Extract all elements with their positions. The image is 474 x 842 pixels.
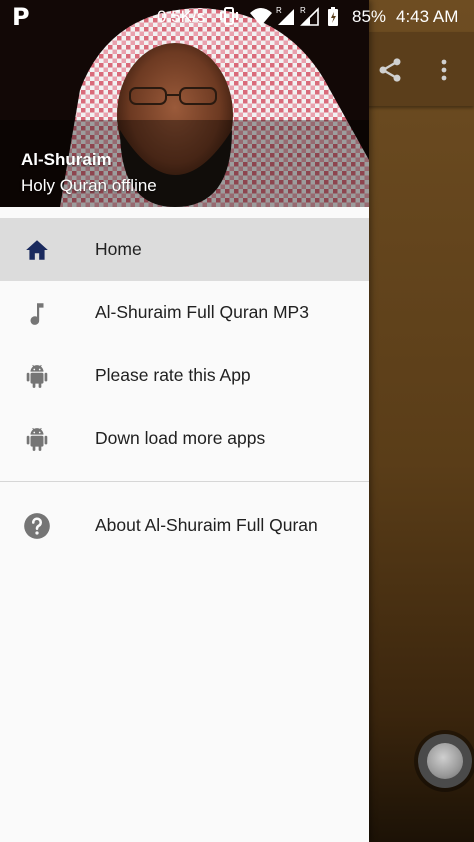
wifi-icon <box>250 8 272 26</box>
menu-item-label: About Al-Shuraim Full Quran <box>95 515 318 535</box>
battery-icon <box>328 7 338 26</box>
drawer-menu: Home Al-Shuraim Full Quran MP3 Please ra… <box>0 218 369 470</box>
menu-item-more-apps[interactable]: Down load more apps <box>0 407 369 470</box>
status-icons: R R <box>220 6 338 26</box>
menu-item-home[interactable]: Home <box>0 218 369 281</box>
menu-divider <box>0 481 369 482</box>
battery-percent: 85% <box>352 7 387 26</box>
clock: 4:43 AM <box>396 7 459 26</box>
svg-text:R: R <box>300 6 306 15</box>
svg-text:R: R <box>276 6 282 15</box>
floating-play-button[interactable] <box>418 734 472 788</box>
menu-item-full-quran-mp3[interactable]: Al-Shuraim Full Quran MP3 <box>0 281 369 344</box>
android-icon <box>26 427 48 451</box>
status-bar: P 0.5K/s R R 85% 4:43 AM <box>0 0 474 32</box>
home-icon <box>26 240 48 260</box>
signal-icon: R <box>276 6 294 25</box>
menu-item-about[interactable]: About Al-Shuraim Full Quran <box>0 493 369 556</box>
drawer-title: Al-Shuraim <box>21 150 112 169</box>
menu-item-rate-app[interactable]: Please rate this App <box>0 344 369 407</box>
navigation-drawer: Al-Shuraim Holy Quran offline Home Al-Sh… <box>0 0 369 842</box>
app-notification-icon: P <box>12 3 30 31</box>
drawer-subtitle: Holy Quran offline <box>21 176 157 195</box>
vibrate-icon <box>220 7 238 25</box>
menu-item-label: Al-Shuraim Full Quran MP3 <box>95 302 309 322</box>
help-icon <box>24 513 50 539</box>
fab-knob <box>427 743 463 779</box>
android-icon <box>26 364 48 388</box>
more-vert-icon[interactable] <box>434 56 454 84</box>
share-icon[interactable] <box>376 56 404 84</box>
music-note-icon <box>30 303 44 325</box>
signal-icon: R <box>300 6 319 26</box>
menu-item-label: Please rate this App <box>95 365 251 385</box>
network-speed: 0.5K/s <box>157 7 206 26</box>
menu-item-label: Down load more apps <box>95 428 266 448</box>
menu-item-label: Home <box>95 239 142 259</box>
